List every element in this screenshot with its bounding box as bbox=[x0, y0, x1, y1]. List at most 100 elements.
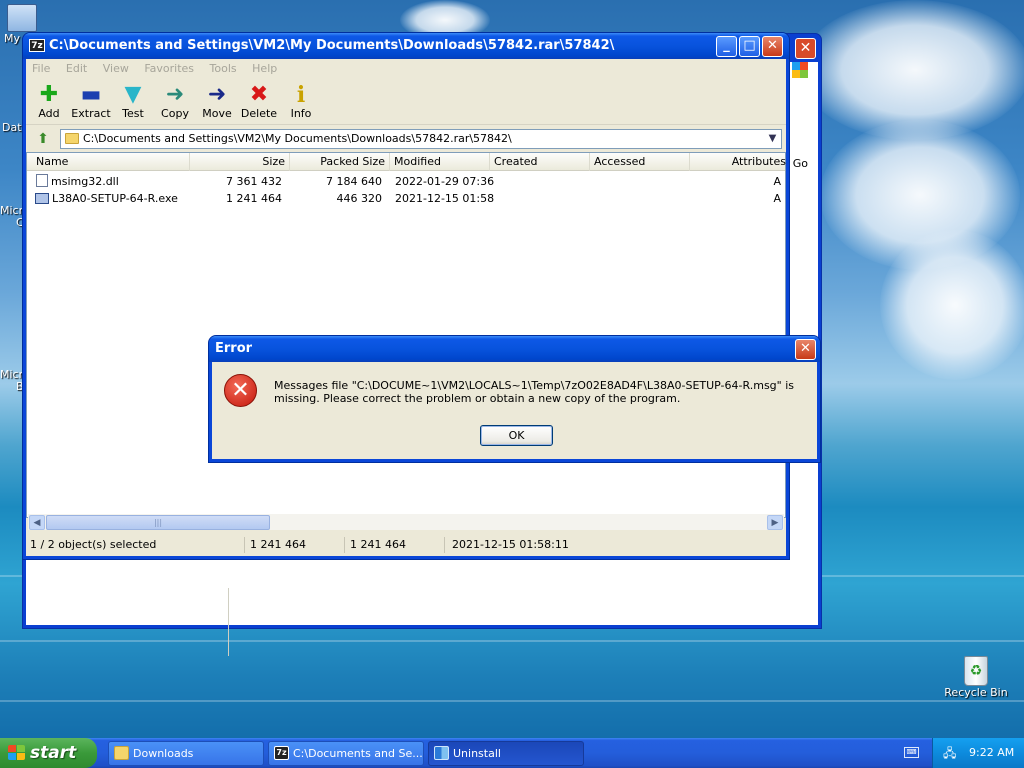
archive-window[interactable]: 7z C:\Documents and Settings\VM2\My Docu… bbox=[23, 33, 789, 559]
copy-icon: ➜ bbox=[165, 82, 185, 107]
chevron-left-icon: ◀ bbox=[33, 518, 41, 528]
recycle-bin-label: Recycle Bin bbox=[944, 686, 1008, 699]
info-icon: i bbox=[296, 82, 306, 108]
move-button[interactable]: ➜ Move bbox=[196, 83, 238, 121]
add-button[interactable]: ✚ Add bbox=[28, 83, 70, 121]
status-selection: 1 / 2 object(s) selected bbox=[30, 538, 157, 551]
close-icon: ✕ bbox=[767, 38, 778, 53]
horizontal-scrollbar[interactable]: ◀ ||| ▶ bbox=[28, 513, 784, 530]
up-folder-button[interactable]: ⬆ bbox=[34, 130, 52, 148]
status-divider bbox=[344, 537, 345, 553]
scroll-left-button[interactable]: ◀ bbox=[29, 515, 45, 530]
file-name: msimg32.dll bbox=[51, 175, 119, 188]
dialog-close-button[interactable]: ✕ bbox=[795, 339, 816, 360]
move-label: Move bbox=[202, 107, 232, 120]
address-bar: ⬆ C:\Documents and Settings\VM2\My Docum… bbox=[26, 127, 786, 151]
7zip-icon: 7z bbox=[274, 746, 289, 760]
table-row[interactable]: msimg32.dll 7 361 432 7 184 640 2022-01-… bbox=[27, 173, 785, 190]
close-button[interactable]: ✕ bbox=[762, 36, 783, 57]
status-bar: 1 / 2 object(s) selected 1 241 464 1 241… bbox=[26, 534, 786, 556]
exe-file-icon bbox=[35, 193, 49, 204]
column-name[interactable]: Name bbox=[32, 153, 190, 171]
extract-label: Extract bbox=[71, 107, 111, 120]
address-text: C:\Documents and Settings\VM2\My Documen… bbox=[83, 132, 512, 145]
column-size[interactable]: Size bbox=[190, 153, 290, 171]
test-button[interactable]: ▼ Test bbox=[112, 82, 154, 121]
column-packed-size[interactable]: Packed Size bbox=[290, 153, 390, 171]
recycle-bin-icon: ♻ bbox=[964, 656, 988, 686]
status-size: 1 241 464 bbox=[250, 538, 306, 551]
scroll-thumb[interactable]: ||| bbox=[46, 515, 270, 530]
maximize-button[interactable]: □ bbox=[739, 36, 760, 57]
menu-bar: File Edit View Favorites Tools Help bbox=[26, 59, 786, 78]
dll-file-icon bbox=[36, 174, 48, 187]
minimize-button[interactable]: _ bbox=[716, 36, 737, 57]
chevron-right-icon: ▶ bbox=[771, 518, 779, 528]
task-label: Uninstall bbox=[453, 747, 501, 760]
extract-button[interactable]: ▬ Extract bbox=[70, 82, 112, 121]
taskbar-item-7zip[interactable]: 7z C:\Documents and Se... bbox=[268, 741, 424, 766]
taskbar: start Downloads 7z C:\Documents and Se..… bbox=[0, 738, 1024, 768]
delete-icon: ✖ bbox=[249, 82, 269, 107]
error-message: Messages file "C:\DOCUME~1\VM2\LOCALS~1\… bbox=[274, 379, 795, 405]
windows-flag-icon bbox=[8, 745, 25, 761]
menu-view[interactable]: View bbox=[103, 62, 129, 75]
extract-icon: ▬ bbox=[80, 82, 102, 107]
column-attributes[interactable]: Attributes bbox=[690, 153, 790, 171]
menu-help[interactable]: Help bbox=[252, 62, 277, 75]
background-window-close-button[interactable]: ✕ bbox=[795, 38, 816, 59]
address-dropdown-button[interactable]: ▼ bbox=[764, 130, 781, 148]
menu-file[interactable]: File bbox=[32, 62, 50, 75]
info-button[interactable]: i Info bbox=[280, 83, 322, 120]
file-attributes: A bbox=[773, 192, 781, 205]
file-list[interactable]: Name Size Packed Size Modified Created A… bbox=[26, 152, 786, 518]
file-attributes: A bbox=[773, 175, 781, 188]
status-modified: 2021-12-15 01:58:11 bbox=[452, 538, 569, 551]
start-label: start bbox=[30, 743, 77, 763]
error-dialog[interactable]: Error ✕ ✕ Messages file "C:\DOCUME~1\VM2… bbox=[209, 336, 820, 462]
menu-favorites[interactable]: Favorites bbox=[144, 62, 194, 75]
folder-icon bbox=[114, 746, 129, 760]
task-label: C:\Documents and Se... bbox=[293, 747, 423, 760]
recycle-bin[interactable]: ♻ Recycle Bin bbox=[944, 656, 1008, 699]
status-divider bbox=[444, 537, 445, 553]
column-created[interactable]: Created bbox=[490, 153, 590, 171]
test-icon: ▼ bbox=[124, 82, 142, 107]
error-dialog-titlebar[interactable]: Error ✕ bbox=[209, 336, 820, 362]
scroll-right-button[interactable]: ▶ bbox=[767, 515, 783, 530]
column-modified[interactable]: Modified bbox=[390, 153, 490, 171]
computer-icon bbox=[7, 4, 37, 32]
column-accessed[interactable]: Accessed bbox=[590, 153, 690, 171]
delete-button[interactable]: ✖ Delete bbox=[238, 82, 280, 121]
file-name: L38A0-SETUP-64-R.exe bbox=[52, 192, 178, 205]
file-list-header: Name Size Packed Size Modified Created A… bbox=[27, 153, 786, 171]
toolbar: ✚ Add ▬ Extract ▼ Test ➜ Copy ➜ Move ✖ D… bbox=[26, 79, 786, 125]
menu-edit[interactable]: Edit bbox=[66, 62, 87, 75]
folder-icon bbox=[65, 133, 79, 144]
taskbar-item-downloads[interactable]: Downloads bbox=[108, 741, 264, 766]
chevron-down-icon: ▼ bbox=[768, 133, 777, 144]
clock[interactable]: 9:22 AM bbox=[969, 738, 1014, 768]
taskbar-item-uninstall[interactable]: Uninstall bbox=[428, 741, 584, 766]
address-field[interactable]: C:\Documents and Settings\VM2\My Documen… bbox=[60, 129, 782, 149]
7zip-icon: 7z bbox=[29, 39, 45, 52]
go-button[interactable]: Go bbox=[793, 157, 808, 170]
keyboard-icon[interactable]: ⌨ bbox=[904, 747, 919, 758]
status-packed: 1 241 464 bbox=[350, 538, 406, 551]
divider bbox=[228, 588, 229, 656]
menu-tools[interactable]: Tools bbox=[210, 62, 237, 75]
uninstall-icon bbox=[434, 746, 449, 760]
task-label: Downloads bbox=[133, 747, 194, 760]
file-modified: 2021-12-15 01:58 bbox=[395, 192, 495, 205]
start-button[interactable]: start bbox=[0, 738, 97, 768]
ok-button[interactable]: OK bbox=[480, 425, 553, 446]
network-icon[interactable]: 🖧 bbox=[943, 738, 956, 768]
copy-button[interactable]: ➜ Copy bbox=[154, 82, 196, 121]
up-arrow-icon: ⬆ bbox=[37, 131, 49, 147]
copy-label: Copy bbox=[161, 107, 189, 120]
archive-window-titlebar[interactable]: 7z C:\Documents and Settings\VM2\My Docu… bbox=[23, 33, 789, 59]
close-icon: ✕ bbox=[800, 341, 811, 356]
windows-logo-icon bbox=[792, 62, 808, 78]
desktop-icon-label[interactable]: Dat bbox=[2, 121, 22, 134]
table-row[interactable]: L38A0-SETUP-64-R.exe 1 241 464 446 320 2… bbox=[27, 190, 785, 207]
